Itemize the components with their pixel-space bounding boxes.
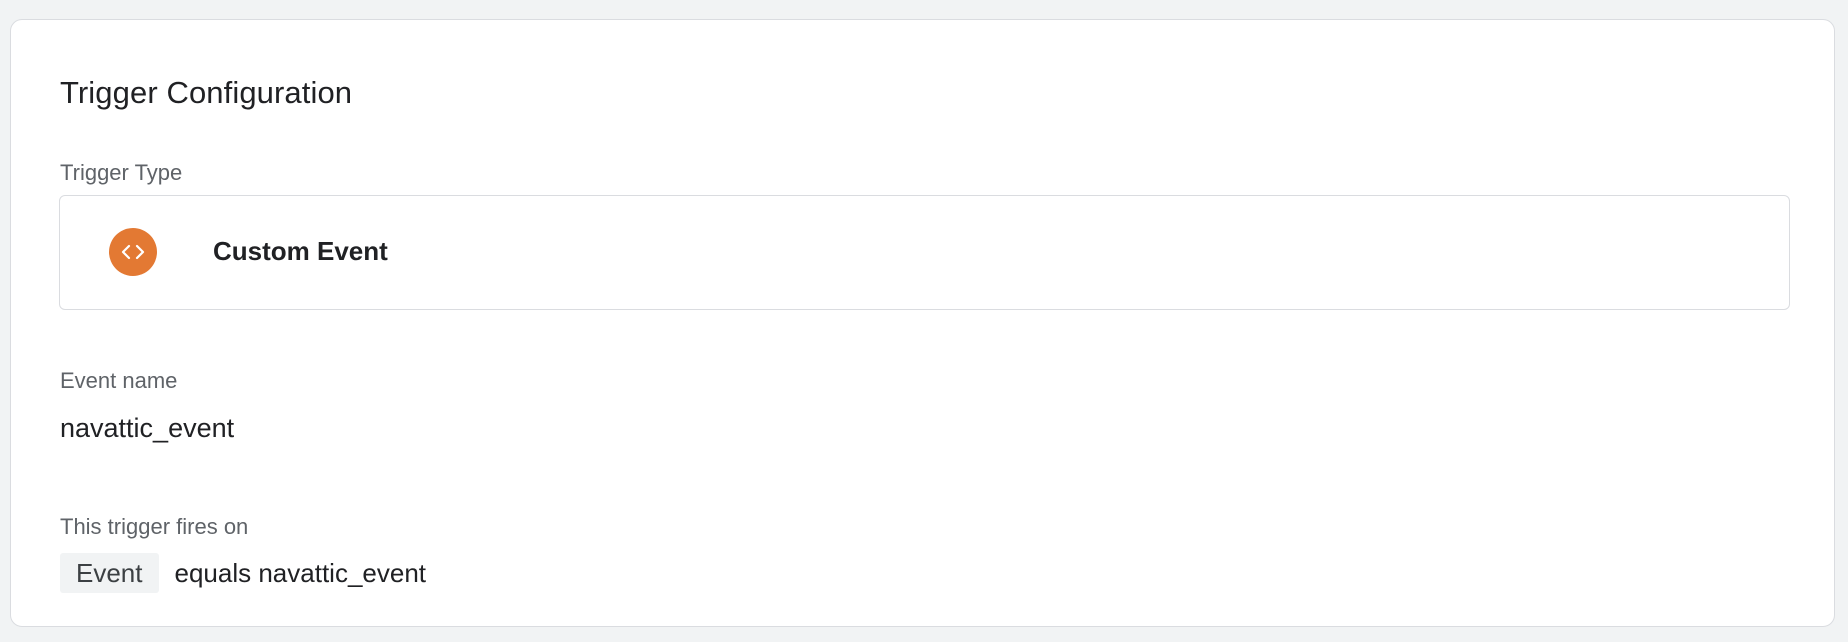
variable-chip: Event bbox=[60, 553, 159, 593]
condition-text: equals navattic_event bbox=[174, 557, 427, 588]
trigger-type-label: Trigger Type bbox=[60, 160, 183, 185]
card-title: Trigger Configuration bbox=[60, 75, 353, 110]
event-name-value: navattic_event bbox=[60, 413, 235, 443]
trigger-configuration-card: Trigger Configuration Trigger Type Custo… bbox=[10, 19, 1835, 627]
event-name-label: Event name bbox=[60, 368, 178, 393]
trigger-condition: Event equals navattic_event bbox=[60, 553, 426, 593]
code-brackets-icon bbox=[109, 228, 157, 276]
trigger-type-selector[interactable]: Custom Event bbox=[59, 195, 1790, 310]
fires-on-label: This trigger fires on bbox=[60, 514, 249, 539]
trigger-type-name: Custom Event bbox=[213, 236, 388, 266]
